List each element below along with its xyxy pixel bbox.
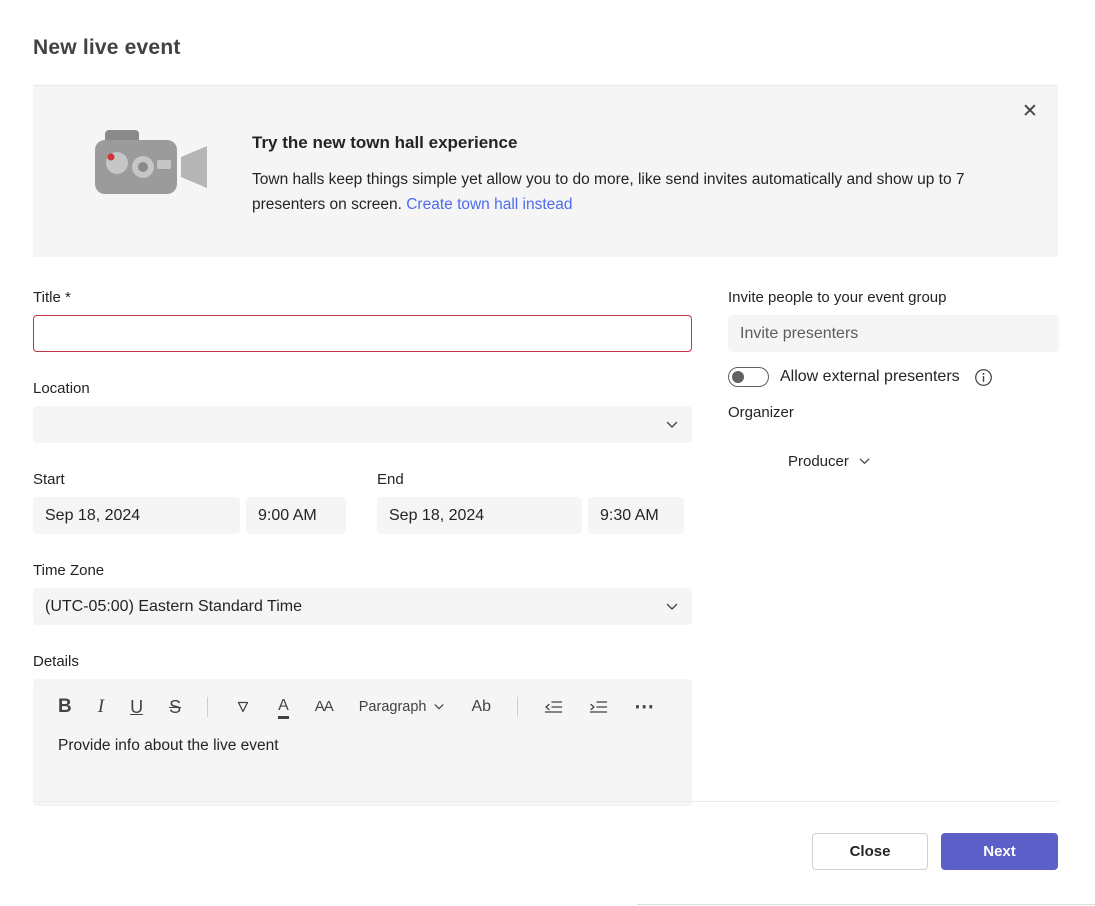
close-icon[interactable]: ✕ (1018, 100, 1042, 124)
timezone-value: (UTC-05:00) Eastern Standard Time (45, 598, 302, 616)
banner-text: Try the new town hall experience Town ha… (252, 133, 1022, 217)
create-town-hall-link[interactable]: Create town hall instead (406, 196, 572, 213)
next-button[interactable]: Next (941, 833, 1058, 870)
new-live-event-dialog: New live event Try the new town hall exp… (0, 0, 1095, 906)
highlight-icon[interactable] (234, 698, 252, 716)
outdent-icon[interactable] (544, 699, 563, 715)
paragraph-style-label: Paragraph (359, 699, 427, 715)
banner-title: Try the new town hall experience (252, 133, 1022, 153)
toolbar-divider (207, 697, 208, 717)
allow-external-presenters-toggle[interactable] (728, 367, 769, 387)
indent-icon[interactable] (589, 699, 608, 715)
end-time-field[interactable]: 9:30 AM (588, 497, 684, 534)
banner-body: Town halls keep things simple yet allow … (252, 168, 1022, 217)
event-form: Title * Location Start Sep 18, 2024 9:00… (33, 289, 692, 806)
location-label: Location (33, 380, 692, 397)
details-editor[interactable]: B I U S A AA Paragraph Ab (33, 679, 692, 806)
chevron-down-icon (665, 418, 679, 432)
organizer-role-dropdown[interactable]: Producer (788, 453, 871, 470)
organizer-label: Organizer (728, 404, 1059, 421)
toggle-knob (732, 371, 744, 383)
font-color-button[interactable]: A (278, 696, 289, 719)
town-hall-banner: Try the new town hall experience Town ha… (33, 85, 1058, 257)
external-presenters-row: Allow external presenters (728, 367, 1059, 387)
end-date-field[interactable]: Sep 18, 2024 (377, 497, 582, 534)
page-title: New live event (33, 36, 181, 60)
details-label: Details (33, 653, 692, 670)
toolbar-divider (517, 697, 518, 717)
location-dropdown[interactable] (33, 406, 692, 443)
start-label: Start (33, 471, 346, 488)
end-label: End (377, 471, 684, 488)
details-placeholder: Provide info about the live event (58, 737, 692, 755)
info-icon[interactable] (974, 368, 993, 387)
font-size-button[interactable]: AA (315, 697, 333, 717)
external-presenters-label: Allow external presenters (780, 368, 960, 386)
window-edge (637, 904, 1095, 905)
chevron-down-icon (665, 600, 679, 614)
footer-divider (33, 801, 1058, 802)
timezone-label: Time Zone (33, 562, 692, 579)
close-button[interactable]: Close (812, 833, 928, 870)
underline-button[interactable]: U (130, 697, 143, 717)
paragraph-style-dropdown[interactable]: Paragraph (359, 699, 446, 715)
invite-presenters-input[interactable] (728, 315, 1059, 352)
invite-section-label: Invite people to your event group (728, 289, 1059, 306)
start-date-field[interactable]: Sep 18, 2024 (33, 497, 240, 534)
invite-panel: Invite people to your event group Allow … (728, 289, 1059, 471)
more-options-icon[interactable]: ⋯ (634, 697, 655, 717)
video-camera-icon (95, 130, 210, 209)
chevron-down-icon (858, 455, 871, 468)
italic-button[interactable]: I (98, 697, 104, 717)
clear-formatting-button[interactable]: Ab (471, 697, 491, 717)
timezone-dropdown[interactable]: (UTC-05:00) Eastern Standard Time (33, 588, 692, 625)
strikethrough-button[interactable]: S (169, 697, 181, 717)
start-group: Start Sep 18, 2024 9:00 AM (33, 471, 346, 534)
start-time-field[interactable]: 9:00 AM (246, 497, 346, 534)
title-label: Title * (33, 289, 692, 306)
chevron-down-icon (433, 701, 445, 713)
organizer-role-value: Producer (788, 453, 849, 470)
formatting-toolbar: B I U S A AA Paragraph Ab (58, 694, 692, 720)
bold-button[interactable]: B (58, 697, 72, 717)
title-input[interactable] (33, 315, 692, 352)
banner-body-text: Town halls keep things simple yet allow … (252, 171, 965, 213)
end-group: End Sep 18, 2024 9:30 AM (377, 471, 684, 534)
